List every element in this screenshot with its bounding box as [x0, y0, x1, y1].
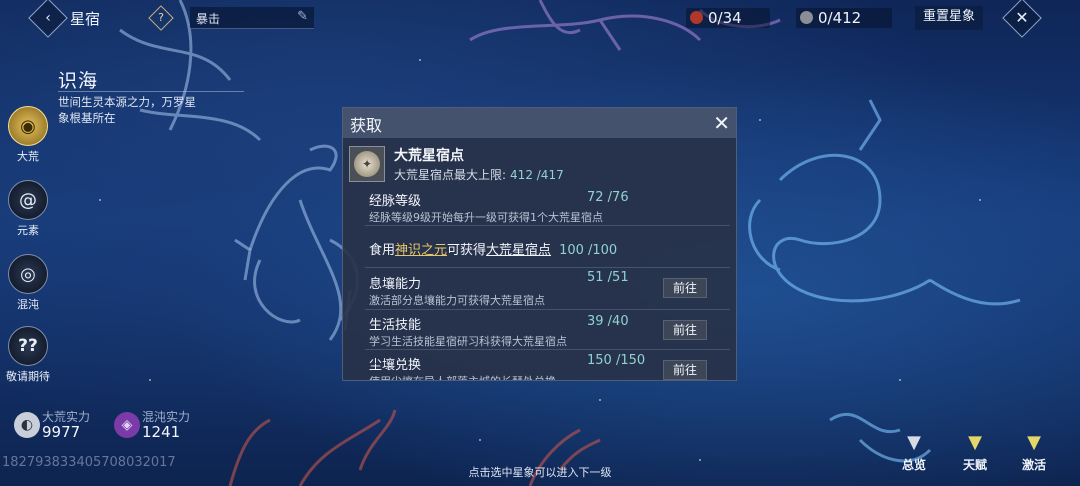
- source-count: 72 /76: [587, 190, 629, 205]
- hundun-power-icon: ◈: [114, 412, 140, 438]
- top-bar: ‹ 星宿 ? 暴击 ✎ 0/34 0/412 重置星象 ✕: [0, 0, 1080, 38]
- sidebar-item-dahuang[interactable]: ◉ 大荒: [6, 106, 50, 164]
- source-list: 经脉等级 72 /76 经脉等级9级开始每升一级可获得1个大荒星宿点 食用神识之…: [365, 186, 730, 380]
- chevron-left-icon: ‹: [45, 10, 51, 26]
- overview-icon: ▼: [907, 431, 921, 453]
- swirl-icon: @: [8, 180, 48, 220]
- realm-title: 识海: [58, 70, 99, 92]
- sidebar-item-label: 敬请期待: [6, 370, 50, 383]
- list-item: 经脉等级 72 /76 经脉等级9级开始每升一级可获得1个大荒星宿点: [365, 186, 730, 226]
- red-orb-icon: [690, 11, 703, 24]
- activate-icon: ▼: [1027, 431, 1041, 453]
- source-count: 100 /100: [559, 243, 618, 258]
- resource-gray-counter: 0/412: [796, 8, 892, 28]
- sidebar-item-label: 混沌: [17, 298, 39, 311]
- source-count: 39 /40: [587, 314, 629, 329]
- source-count: 150 /150: [587, 353, 646, 368]
- food-prefix: 食用: [369, 243, 396, 258]
- source-title: 息壤能力: [369, 277, 422, 292]
- close-icon: ✕: [1015, 8, 1029, 27]
- resource-gray-value: 0/412: [818, 9, 862, 27]
- talent-button[interactable]: ▼ 天赋: [955, 430, 995, 473]
- resource-red-value: 0/34: [708, 9, 742, 27]
- overview-button[interactable]: ▼ 总览: [894, 430, 934, 473]
- hundun-power-value: 1241: [142, 423, 181, 441]
- question-icon: ?: [158, 11, 164, 24]
- source-desc: 学习生活技能星宿研习科获得大荒星宿点: [369, 335, 567, 348]
- sidebar-item-coming-soon[interactable]: ?? 敬请期待: [6, 326, 50, 384]
- activate-button[interactable]: ▼ 激活: [1014, 430, 1054, 473]
- food-reward: 大荒星宿点: [486, 243, 552, 258]
- gray-orb-icon: [800, 11, 813, 24]
- list-item: 食用神识之元可获得大荒星宿点 100 /100: [365, 226, 730, 268]
- dialog-header: 获取 ✕: [343, 108, 736, 138]
- source-title: 经脉等级: [369, 194, 422, 209]
- item-max-label: 大荒星宿点最大上限:: [394, 168, 507, 182]
- source-desc: 激活部分息壤能力可获得大荒星宿点: [369, 294, 545, 307]
- close-button[interactable]: ✕: [1002, 0, 1042, 38]
- food-source: 食用神识之元可获得大荒星宿点 100 /100: [369, 239, 617, 258]
- search-input[interactable]: 暴击 ✎: [190, 7, 314, 29]
- star-point-icon: ✦: [354, 151, 380, 177]
- item-max: 大荒星宿点最大上限: 412 /417: [394, 166, 564, 183]
- activate-label: 激活: [1021, 458, 1046, 472]
- list-item: 尘壤兑换 150 /150 使用尘壤在导人部落主城的长琴处兑换 前往: [365, 350, 730, 380]
- sidebar-item-label: 大荒: [17, 150, 39, 163]
- item-slot: ✦: [349, 146, 385, 182]
- food-item-link[interactable]: 神识之元: [395, 243, 447, 258]
- goto-button[interactable]: 前往: [663, 360, 707, 380]
- goto-button[interactable]: 前往: [663, 320, 707, 340]
- divider: [58, 91, 244, 92]
- dahuang-power-value: 9977: [42, 423, 81, 441]
- talent-icon: ▼: [968, 431, 982, 453]
- goto-button[interactable]: 前往: [663, 278, 707, 298]
- overview-label: 总览: [901, 458, 926, 472]
- source-desc: 使用尘壤在导人部落主城的长琴处兑换: [369, 373, 556, 380]
- source-desc: 经脉等级9级开始每升一级可获得1个大荒星宿点: [369, 211, 603, 224]
- sidebar-item-hundun[interactable]: ◎ 混沌: [6, 254, 50, 312]
- reset-constellation-button[interactable]: 重置星象: [915, 6, 983, 30]
- dialog-close-button[interactable]: ✕: [713, 111, 730, 135]
- resource-red-counter: 0/34: [686, 8, 770, 28]
- list-item: 息壤能力 51 /51 激活部分息壤能力可获得大荒星宿点 前往: [365, 268, 730, 310]
- chaos-icon: ◎: [8, 254, 48, 294]
- list-item: 生活技能 39 /40 学习生活技能星宿研习科获得大荒星宿点 前往: [365, 310, 730, 350]
- sidebar-item-label: 元素: [17, 224, 39, 237]
- item-name: 大荒星宿点: [394, 148, 464, 164]
- question-icon: ??: [8, 326, 48, 366]
- back-button[interactable]: ‹: [28, 0, 68, 38]
- dialog-title: 获取: [350, 116, 383, 135]
- source-count: 51 /51: [587, 270, 629, 285]
- page-title: 星宿: [70, 10, 101, 28]
- search-value: 暴击: [196, 12, 221, 26]
- dahuang-power-icon: ◐: [14, 412, 40, 438]
- sidebar-item-yuansu[interactable]: @ 元素: [6, 180, 50, 238]
- talent-label: 天赋: [962, 458, 987, 472]
- help-button[interactable]: ?: [148, 5, 174, 31]
- source-title: 尘壤兑换: [369, 358, 422, 373]
- source-title: 生活技能: [369, 318, 422, 333]
- acquire-dialog: 获取 ✕ ✦ 大荒星宿点 大荒星宿点最大上限: 412 /417 经脉等级 72 …: [342, 107, 737, 381]
- brush-icon: ✎: [297, 9, 308, 24]
- dahuang-emblem-icon: ◉: [8, 106, 48, 146]
- realm-description: 世间生灵本源之力，万罗星象根基所在: [58, 95, 196, 125]
- food-middle: 可获得: [447, 243, 487, 258]
- item-max-value: 412 /417: [510, 168, 564, 182]
